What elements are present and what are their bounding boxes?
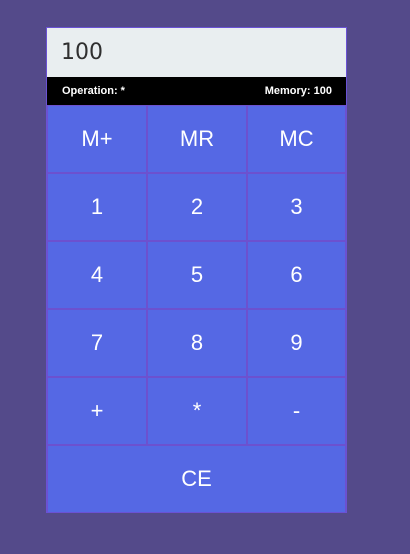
operation-status: Operation: *	[62, 85, 125, 97]
memory-clear-button[interactable]: MC	[247, 105, 346, 173]
calculator-display: 100	[47, 28, 346, 77]
memory-status: Memory: 100	[264, 85, 332, 97]
digit-7-button[interactable]: 7	[47, 309, 147, 377]
digit-9-button[interactable]: 9	[247, 309, 346, 377]
digit-6-button[interactable]: 6	[247, 241, 346, 309]
digit-3-button[interactable]: 3	[247, 173, 346, 241]
clear-entry-button[interactable]: CE	[47, 445, 346, 512]
display-value: 100	[61, 40, 103, 65]
multiply-button[interactable]: *	[147, 377, 247, 445]
digit-2-button[interactable]: 2	[147, 173, 247, 241]
minus-button[interactable]: -	[247, 377, 346, 445]
memory-add-button[interactable]: M+	[47, 105, 147, 173]
digit-1-button[interactable]: 1	[47, 173, 147, 241]
keypad: M+ MR MC 1 2 3 4 5 6 7 8 9 + * - CE	[47, 105, 346, 512]
calculator: 100 Operation: * Memory: 100 M+ MR MC 1 …	[46, 27, 347, 513]
digit-4-button[interactable]: 4	[47, 241, 147, 309]
memory-recall-button[interactable]: MR	[147, 105, 247, 173]
digit-5-button[interactable]: 5	[147, 241, 247, 309]
plus-button[interactable]: +	[47, 377, 147, 445]
digit-8-button[interactable]: 8	[147, 309, 247, 377]
status-bar: Operation: * Memory: 100	[47, 77, 346, 105]
